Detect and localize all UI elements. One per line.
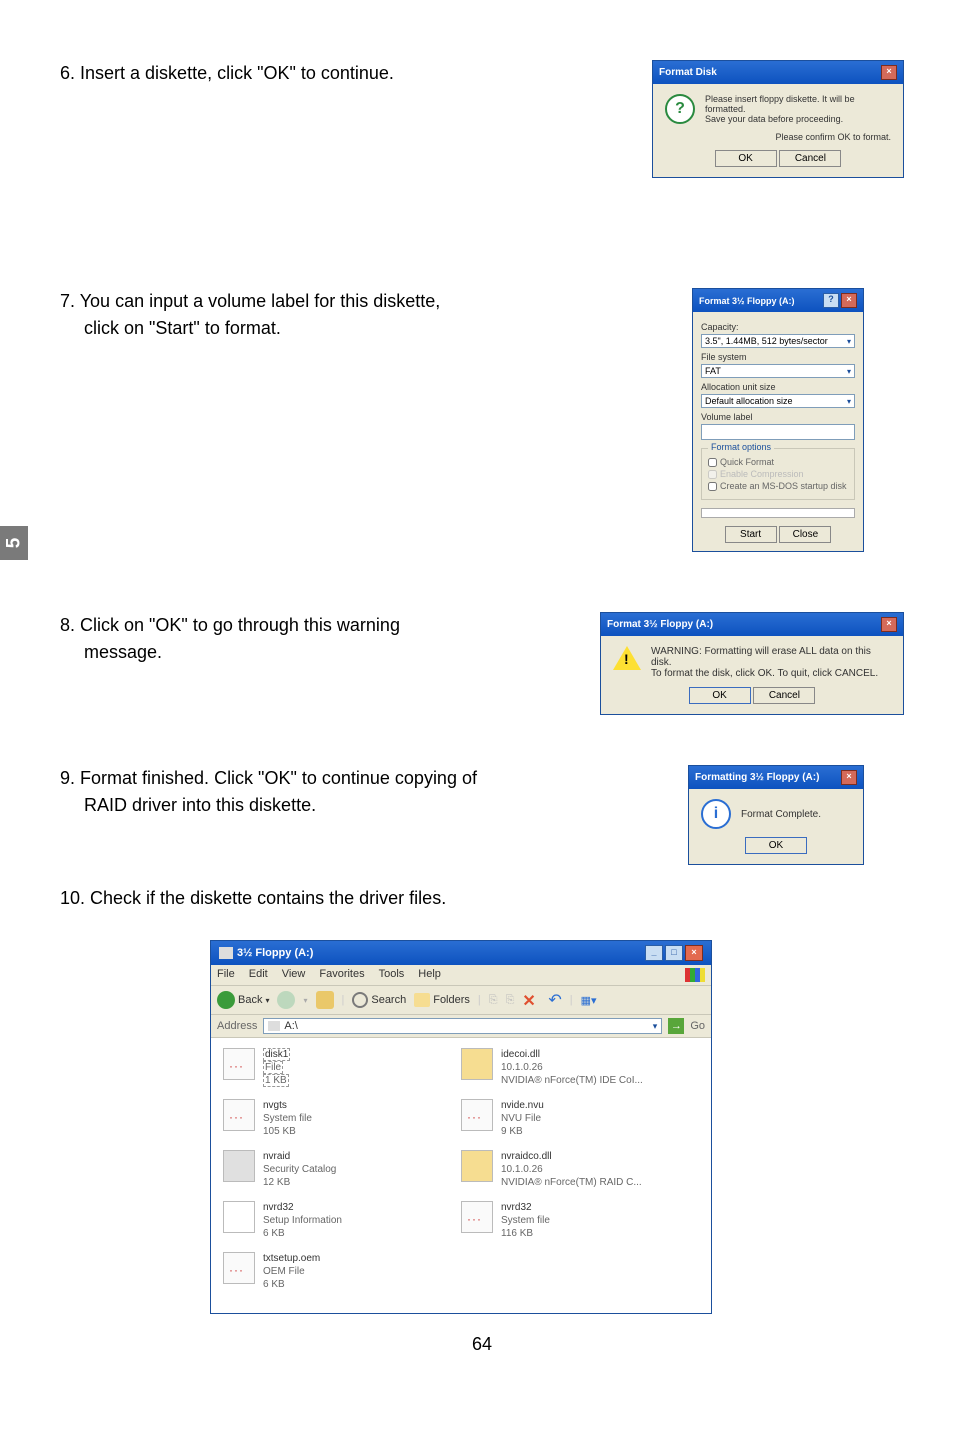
file-item[interactable]: idecoi.dll10.1.0.26NVIDIA® nForce(TM) ID… [461,1048,699,1087]
menu-favorites[interactable]: Favorites [319,968,364,982]
undo-icon[interactable]: ↶ [548,990,561,1010]
file-item[interactable]: disk1File1 KB [223,1048,461,1087]
step-8-text: 8. Click on "OK" to go through this warn… [60,612,586,666]
dialog8-titlebar: Format 3½ Floppy (A:) × [601,613,903,636]
address-input[interactable]: A:\ ▾ [263,1018,662,1034]
views-icon[interactable]: ▦▾ [581,994,597,1007]
enable-compression-checkbox: Enable Compression [708,469,848,479]
msdos-startup-checkbox[interactable]: Create an MS-DOS startup disk [708,481,848,491]
info-icon: i [701,799,731,829]
toolbar: Back▾ ▾ | Search Folders | ⎘ ⎘ ✕ ↶ | ▦▾ [211,986,711,1015]
file-item[interactable]: nvrd32System file116 KB [461,1201,699,1240]
menu-help[interactable]: Help [418,968,441,982]
file-icon [223,1201,255,1233]
explorer-titlebar: 3½ Floppy (A:) _ □ × [211,941,711,965]
cancel-button[interactable]: Cancel [753,687,815,704]
folders-icon [414,993,430,1007]
address-bar: Address A:\ ▾ → Go [211,1015,711,1038]
file-item[interactable]: nvraidSecurity Catalog12 KB [223,1150,461,1189]
file-list: disk1File1 KB idecoi.dll10.1.0.26NVIDIA®… [211,1038,711,1313]
ok-button[interactable]: OK [745,837,807,854]
file-icon [223,1150,255,1182]
format-options-dialog: Format 3½ Floppy (A:) ?× Capacity: 3.5",… [692,288,864,552]
maximize-icon[interactable]: □ [665,945,683,961]
close-button[interactable]: Close [779,526,831,543]
cancel-button[interactable]: Cancel [779,150,841,167]
copy-icon[interactable]: ⎘ [506,994,515,1007]
forward-icon[interactable] [277,991,295,1009]
warning-dialog: Format 3½ Floppy (A:) × WARNING: Formatt… [600,612,904,715]
file-item[interactable]: nvgtsSystem file105 KB [223,1099,461,1138]
alloc-select[interactable]: Default allocation size▾ [701,394,855,408]
move-icon[interactable]: ⎘ [489,994,498,1007]
volume-label-input[interactable] [701,424,855,440]
start-button[interactable]: Start [725,526,777,543]
dialog9-titlebar: Formatting 3½ Floppy (A:) × [689,766,863,789]
progress-bar [701,508,855,518]
windows-flag-icon [685,968,705,982]
menubar: File Edit View Favorites Tools Help [211,965,711,986]
chevron-down-icon: ▾ [847,397,851,406]
close-icon[interactable]: × [881,65,897,80]
close-icon[interactable]: × [881,617,897,632]
dialog6-titlebar: Format Disk × [653,61,903,84]
file-icon [223,1252,255,1284]
search-button[interactable]: Search [352,992,406,1008]
format-disk-dialog: Format Disk × ? Please insert floppy dis… [652,60,904,178]
file-item[interactable]: nvide.nvuNVU File9 KB [461,1099,699,1138]
menu-tools[interactable]: Tools [379,968,405,982]
floppy-icon [268,1021,280,1031]
file-item[interactable]: txtsetup.oemOEM File6 KB [223,1252,461,1291]
page-number: 64 [60,1334,904,1355]
search-icon [352,992,368,1008]
file-icon [461,1048,493,1080]
back-button[interactable]: Back▾ [217,991,269,1009]
step-10-text: 10. Check if the diskette contains the d… [60,885,904,912]
menu-view[interactable]: View [282,968,306,982]
file-icon [223,1099,255,1131]
file-item[interactable]: nvraidco.dll10.1.0.26NVIDIA® nForce(TM) … [461,1150,699,1189]
step-6-text: 6. Insert a diskette, click "OK" to cont… [60,60,638,87]
filesystem-select[interactable]: FAT▾ [701,364,855,378]
quick-format-checkbox[interactable]: Quick Format [708,457,848,467]
help-icon[interactable]: ? [823,293,839,308]
chapter-tab: 5 [0,526,28,560]
go-button[interactable]: Go [690,1020,705,1032]
question-icon: ? [665,94,695,124]
file-icon [223,1048,255,1080]
file-item[interactable]: nvrd32Setup Information6 KB [223,1201,461,1240]
folders-button[interactable]: Folders [414,993,470,1007]
close-icon[interactable]: × [841,293,857,308]
warning-icon [613,646,641,670]
ok-button[interactable]: OK [715,150,777,167]
back-icon [217,991,235,1009]
explorer-window: 3½ Floppy (A:) _ □ × File Edit View Favo… [210,940,712,1314]
ok-button[interactable]: OK [689,687,751,704]
dialog7-titlebar: Format 3½ Floppy (A:) ?× [693,289,863,312]
floppy-icon [219,947,233,959]
chevron-down-icon: ▾ [653,1021,658,1032]
step-7-text: 7. You can input a volume label for this… [60,288,678,342]
go-icon[interactable]: → [668,1018,684,1034]
chevron-down-icon: ▾ [847,337,851,346]
file-icon [461,1099,493,1131]
chevron-down-icon: ▾ [847,367,851,376]
close-icon[interactable]: × [685,945,703,961]
menu-file[interactable]: File [217,968,235,982]
delete-icon[interactable]: ✕ [522,991,540,1009]
file-icon [461,1201,493,1233]
menu-edit[interactable]: Edit [249,968,268,982]
capacity-select[interactable]: 3.5", 1.44MB, 512 bytes/sector▾ [701,334,855,348]
close-icon[interactable]: × [841,770,857,785]
minimize-icon[interactable]: _ [645,945,663,961]
up-icon[interactable] [316,991,334,1009]
complete-dialog: Formatting 3½ Floppy (A:) × i Format Com… [688,765,864,865]
file-icon [461,1150,493,1182]
step-9-text: 9. Format finished. Click "OK" to contin… [60,765,674,819]
